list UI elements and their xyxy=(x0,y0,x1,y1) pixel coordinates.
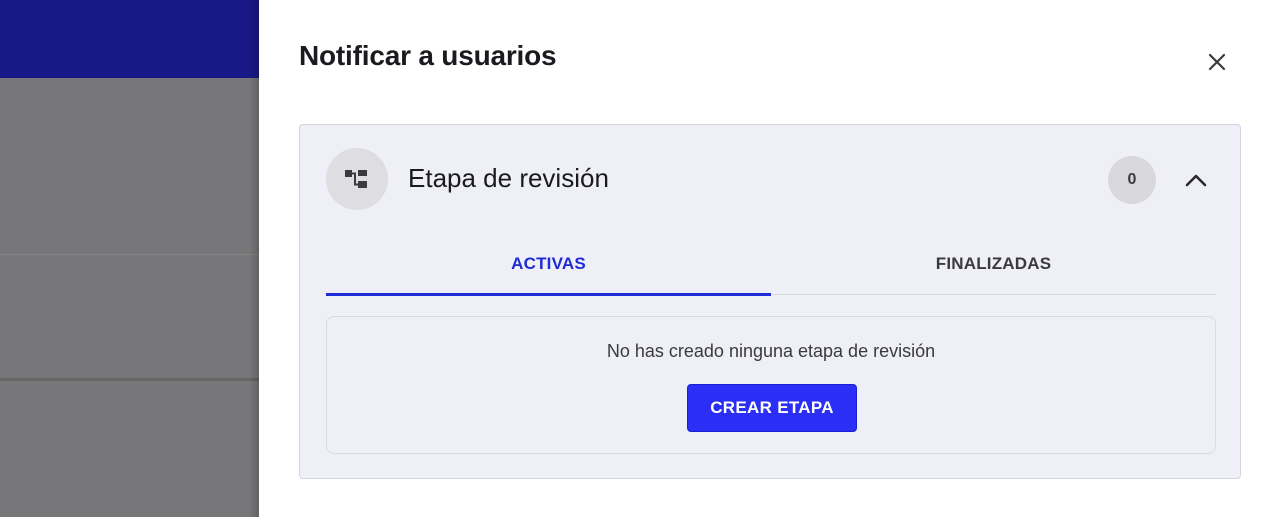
review-stage-title: Etapa de revisión xyxy=(408,163,609,193)
empty-state-message: No has creado ninguna etapa de revisión xyxy=(606,341,936,361)
page: Notificar a usuarios Etapa de revisión 0 xyxy=(0,0,1280,517)
notify-users-drawer: Notificar a usuarios Etapa de revisión 0 xyxy=(259,0,1280,517)
empty-state: No has creado ninguna etapa de revisión … xyxy=(326,316,1216,454)
review-stage-tabs: ACTIVAS FINALIZADAS xyxy=(326,233,1216,296)
hierarchy-icon xyxy=(345,170,367,188)
collapse-button[interactable] xyxy=(1176,160,1216,200)
drawer-title: Notificar a usuarios xyxy=(299,40,557,71)
close-icon xyxy=(1208,53,1226,71)
tab-finalizadas[interactable]: FINALIZADAS xyxy=(771,233,1216,295)
tab-activas[interactable]: ACTIVAS xyxy=(326,233,771,296)
review-stage-avatar xyxy=(326,148,388,210)
drawer-shadow xyxy=(249,0,259,517)
overlay-scrim[interactable] xyxy=(0,0,259,517)
close-button[interactable] xyxy=(1199,44,1235,80)
chevron-up-icon xyxy=(1185,174,1207,187)
review-stage-panel: Etapa de revisión 0 ACTIVAS FINALIZADAS … xyxy=(299,124,1241,479)
create-stage-button[interactable]: CREAR ETAPA xyxy=(687,384,857,432)
review-stage-count-badge: 0 xyxy=(1108,156,1156,204)
